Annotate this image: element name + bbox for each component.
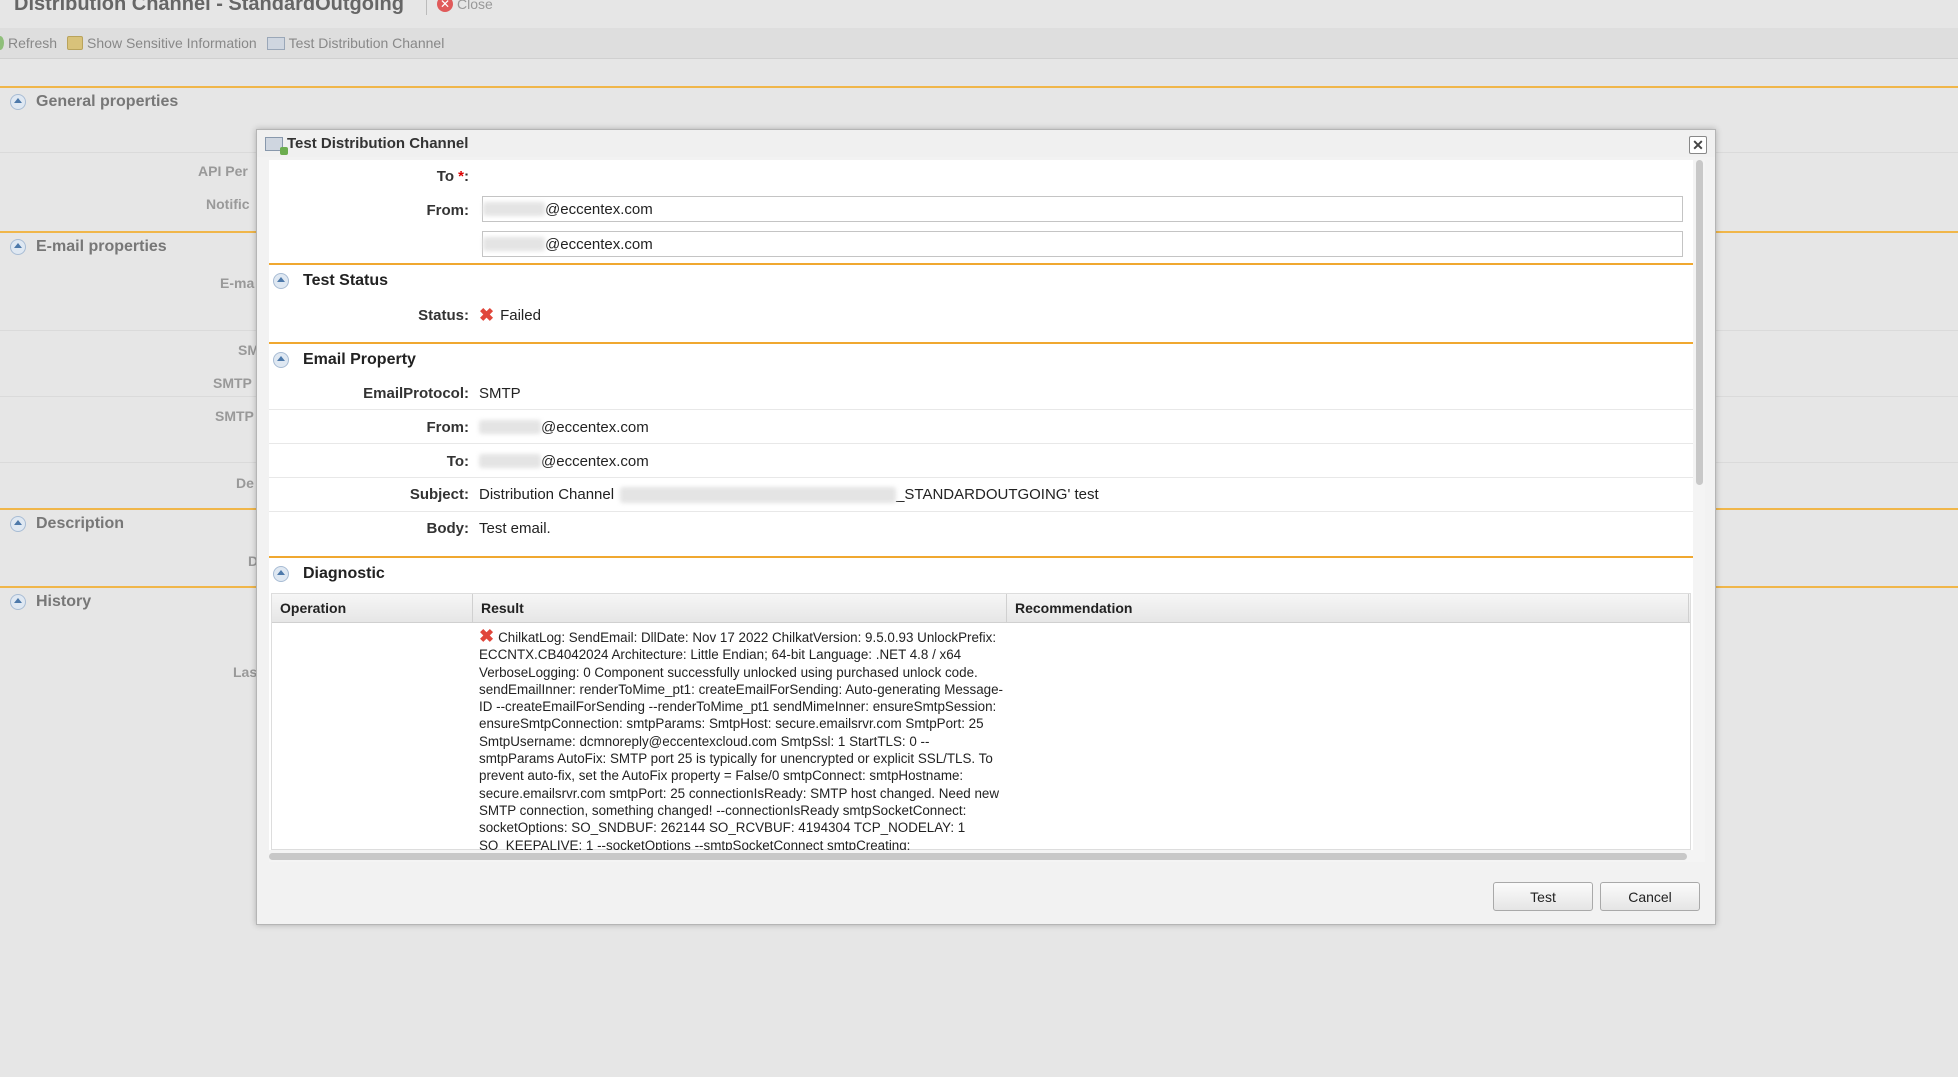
toolbar: Refresh Show Sensitive Information Test … [0,28,1958,59]
redacted-text [483,237,545,251]
status-row: Status: ✖ Failed [269,300,1693,330]
redacted-text [620,486,897,503]
result-cell: ✖ ChilkatLog: SendEmail: DllDate: Nov 17 … [479,626,1004,854]
diagnostic-grid[interactable]: Operation Result Recommendation ✖ Chilkat… [271,593,1691,853]
column-header-recommendation[interactable]: Recommendation [1007,594,1689,622]
from-input[interactable]: @eccentex.com [482,231,1683,257]
column-header-result[interactable]: Result [473,594,1007,622]
test-button[interactable]: Test [1493,882,1593,911]
status-label: Status: [418,306,469,324]
to-label-colon: : [464,167,469,185]
collapse-icon[interactable] [273,566,289,582]
collapse-icon[interactable] [10,94,26,110]
collapse-icon[interactable] [273,352,289,368]
collapse-icon[interactable] [10,516,26,532]
grid-header: Operation Result Recommendation [272,594,1690,623]
show-sensitive-button[interactable]: Show Sensitive Information [67,35,257,51]
scrollbar-thumb[interactable] [269,853,1687,860]
redacted-text [479,454,541,468]
window-titlebar: Distribution Channel - StandardOutgoing … [0,0,1958,22]
mail-icon [266,36,285,50]
email-from-value: @eccentex.com [541,418,649,436]
page-title: Distribution Channel - StandardOutgoing [14,0,404,15]
from-label: From: [426,201,470,219]
email-to-label: To: [446,452,469,470]
diagnostic-header[interactable]: Diagnostic [269,556,1693,590]
scrollbar-thumb[interactable] [1696,160,1703,485]
section-description-title: Description [36,515,125,532]
collapse-icon[interactable] [273,273,289,289]
body-row: Body: Test email. [269,512,1693,544]
section-email-title: E-mail properties [36,238,167,255]
test-status-title: Test Status [303,272,389,289]
test-channel-label: Test Distribution Channel [288,35,445,51]
column-header-operation[interactable]: Operation [272,594,473,622]
label-smtp-1: SMTP [213,375,252,391]
email-property-title: Email Property [303,351,416,368]
collapse-icon[interactable] [10,239,26,255]
test-channel-dialog: Test Distribution Channel ✕ To *: @eccen… [256,129,1716,925]
show-sensitive-label: Show Sensitive Information [87,35,257,51]
subject-label: Subject: [409,486,469,503]
section-history-title: History [36,593,92,610]
email-property-header[interactable]: Email Property [269,342,1693,376]
dialog-header[interactable]: Test Distribution Channel ✕ [257,130,1715,157]
refresh-button[interactable]: Refresh [0,35,57,51]
to-label-text: To [436,167,454,185]
horizontal-scrollbar[interactable] [269,850,1693,862]
test-channel-button[interactable]: Test Distribution Channel [266,35,445,51]
section-general[interactable]: General properties [0,86,1958,116]
protocol-row: EmailProtocol: SMTP [269,378,1693,410]
refresh-icon [0,36,4,50]
dialog-footer: Test Cancel [257,862,1715,924]
label-ema: E-ma [220,275,255,291]
label-api: API Per [198,163,248,179]
label-las: Las [233,664,258,680]
email-from-label: From: [426,418,470,436]
title-divider [425,0,427,15]
email-from-row: From: @eccentex.com [269,411,1693,444]
refresh-label: Refresh [8,35,58,51]
vertical-scrollbar[interactable] [1693,160,1705,862]
dialog-body[interactable]: To *: @eccentex.com From: @eccentex.com … [269,160,1705,862]
subject-row: Subject: Distribution Channel _STANDARDO… [269,478,1693,512]
failed-icon: ✖ [479,626,495,646]
redacted-text [479,420,541,434]
to-row: To *: [269,160,1693,192]
close-link-label: Close [456,0,493,12]
lock-icon [67,36,84,50]
to-label: To *: [269,168,479,185]
result-text: ChilkatLog: SendEmail: DllDate: Nov 17 2… [479,630,1003,853]
failed-icon: ✖ [479,304,495,325]
section-general-title: General properties [36,93,179,110]
subject-suffix: _STANDARDOUTGOING' test [896,486,1099,503]
status-value: Failed [500,306,541,324]
email-to-value: @eccentex.com [541,452,649,470]
email-to-row: To: @eccentex.com [269,445,1693,478]
cancel-button[interactable]: Cancel [1600,882,1700,911]
mail-send-icon [265,136,288,155]
from-row: From: [269,192,1693,228]
protocol-label: EmailProtocol: [363,385,469,402]
label-de: De [236,475,254,491]
protocol-value: SMTP [479,385,521,402]
collapse-icon[interactable] [10,594,26,610]
label-notific: Notific [206,196,250,212]
close-icon: ✕ [436,0,453,12]
dialog-title: Test Distribution Channel [287,135,469,152]
subject-prefix: Distribution Channel [479,486,615,503]
body-value: Test email. [479,519,551,537]
test-status-header[interactable]: Test Status [269,263,1693,297]
body-label: Body: [426,519,470,537]
dialog-close-button[interactable]: ✕ [1689,136,1707,154]
diagnostic-title: Diagnostic [303,565,385,582]
label-smtp-2: SMTP [215,408,254,424]
from-input-value: @eccentex.com [545,235,653,253]
close-link[interactable]: ✕ Close [436,0,493,12]
